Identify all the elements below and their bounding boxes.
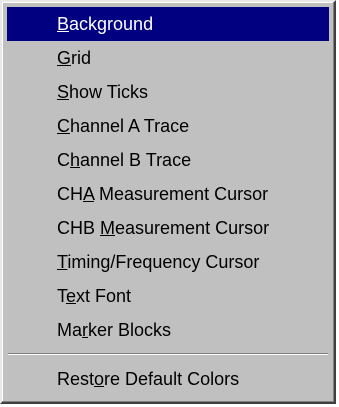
menu-separator	[8, 353, 328, 355]
menu-item-accelerator: e	[66, 286, 77, 306]
menu-item-text-font[interactable]: Text Font	[7, 279, 329, 313]
menu-item-grid[interactable]: Grid	[7, 41, 329, 75]
menu-item-background[interactable]: Background	[7, 7, 329, 41]
color-context-menu: Background Grid Show Ticks Channel A Tra…	[0, 0, 336, 404]
menu-item-accelerator: A	[83, 184, 95, 204]
menu-item-cha-measurement-cursor[interactable]: CHA Measurement Cursor	[7, 177, 329, 211]
menu-item-text-post: re Default Colors	[104, 369, 240, 389]
menu-item-text-post: hannel A Trace	[70, 116, 190, 136]
menu-item-text-pre: T	[57, 286, 66, 306]
menu-item-show-ticks[interactable]: Show Ticks	[7, 75, 329, 109]
menu-item-channel-b-trace[interactable]: Channel B Trace	[7, 143, 329, 177]
menu-item-text-post: xt Font	[76, 286, 132, 306]
menu-item-accelerator: B	[57, 14, 70, 34]
menu-item-accelerator: h	[70, 150, 81, 170]
menu-item-text-pre: CHB	[57, 218, 101, 238]
menu-item-timing-frequency-cursor[interactable]: Timing/Frequency Cursor	[7, 245, 329, 279]
menu-item-accelerator: C	[57, 116, 70, 136]
menu-item-text-post: ackground	[69, 14, 154, 34]
menu-item-accelerator: S	[57, 82, 70, 102]
menu-item-chb-measurement-cursor[interactable]: CHB Measurement Cursor	[7, 211, 329, 245]
menu-item-text-post: iming/Frequency Cursor	[67, 252, 260, 272]
menu-item-text-pre: Rest	[57, 369, 95, 389]
menu-item-accelerator: o	[94, 369, 105, 389]
menu-item-text-post: rid	[71, 48, 92, 68]
menu-item-text-post: ker Blocks	[88, 320, 172, 340]
menu-item-text-post: easurement Cursor	[115, 218, 270, 238]
menu-item-text-pre: CH	[57, 184, 83, 204]
menu-item-accelerator: G	[57, 48, 72, 68]
menu-item-text-pre: Ma	[57, 320, 83, 340]
menu-item-marker-blocks[interactable]: Marker Blocks	[7, 313, 329, 347]
menu-item-accelerator: T	[57, 252, 68, 272]
menu-item-accelerator: M	[100, 218, 116, 238]
menu-item-restore-default-colors[interactable]: Restore Default Colors	[7, 362, 329, 396]
menu-item-text-pre: C	[57, 150, 70, 170]
menu-item-text-post: annel B Trace	[80, 150, 192, 170]
menu-item-text-post: Measurement Cursor	[94, 184, 269, 204]
menu-item-channel-a-trace[interactable]: Channel A Trace	[7, 109, 329, 143]
menu-item-text-post: how Ticks	[69, 82, 149, 102]
